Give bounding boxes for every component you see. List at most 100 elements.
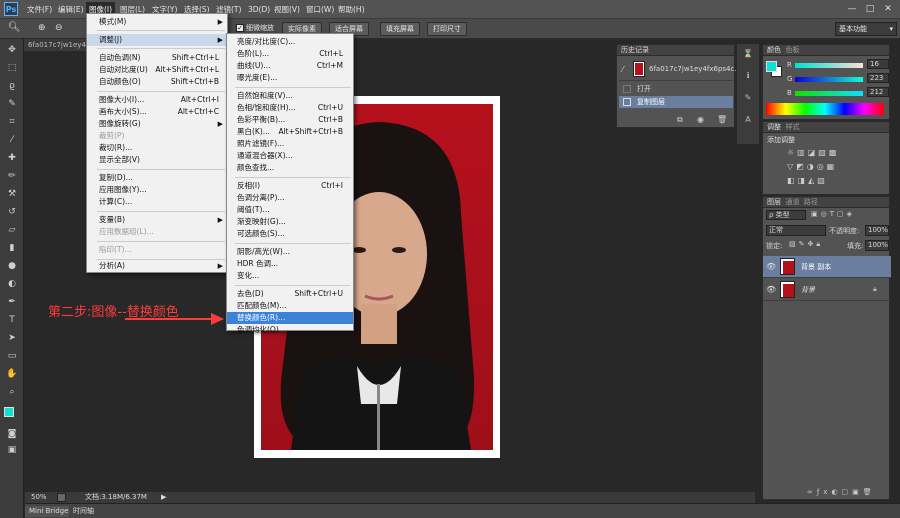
menu-hue-saturation[interactable]: 色相/饱和度(H)... Ctrl+U [227,102,353,114]
eye-icon[interactable]: 👁︎ [766,285,776,294]
foreground-color-swatch[interactable] [4,407,14,417]
menu-replace-color[interactable]: 替换颜色(R)... [227,312,353,324]
status-menu-arrow-icon[interactable]: ▶ [161,492,166,503]
history-snapshot[interactable]: ⁄ 6fa017c7jw1ey4fx6ps4c... [619,59,741,81]
blue-value[interactable]: 212 [867,87,889,97]
opacity-input[interactable]: 100% [865,225,889,236]
new-document-icon[interactable]: ⧉ [677,115,683,125]
menu-image-rotation[interactable]: 图像旋转(G) ▶ [87,118,227,130]
tab-adjustments[interactable]: 调整 [767,123,781,131]
menu-match-color[interactable]: 匹配颜色(M)... [227,300,353,312]
menu-variations[interactable]: 变化... [227,270,353,282]
menu-canvas-size[interactable]: 画布大小(S)... Alt+Ctrl+C [87,106,227,118]
workspace-select[interactable]: 基本功能 ▾ [835,22,897,36]
menu-window[interactable]: 窗口(W) [303,2,337,17]
green-slider[interactable] [795,77,863,82]
menu-color-lookup[interactable]: 颜色查找... [227,162,353,174]
history-panel-icon[interactable]: ⌛ [742,48,754,59]
brush-tool-icon[interactable]: ✏ [6,171,18,182]
camera-snapshot-icon[interactable]: ◉ [697,115,704,124]
menu-shadows-highlights[interactable]: 阴影/高光(W)... [227,246,353,258]
layer-filter-icons[interactable]: ▣◎T▢◈ [811,210,855,218]
tab-timeline[interactable]: 时间轴 [69,506,98,517]
menu-black-white[interactable]: 黑白(K)... Alt+Shift+Ctrl+B [227,126,353,138]
menu-image-size[interactable]: 图像大小(I)... Alt+Ctrl+I [87,94,227,106]
tab-color[interactable]: 颜色 [767,46,781,54]
scrubby-zoom-checkbox[interactable]: ✓ [236,24,244,32]
menu-threshold[interactable]: 阈值(T)... [227,204,353,216]
blend-mode-select[interactable]: 正常 [766,225,826,236]
foreground-color-chip[interactable] [766,61,777,72]
menu-color-balance[interactable]: 色彩平衡(B)... Ctrl+B [227,114,353,126]
tab-channels[interactable]: 通道 [785,198,799,206]
layer-row-background-copy[interactable]: 👁︎ 背景 副本 [763,256,891,278]
maximize-button[interactable]: □ [862,2,878,16]
menu-auto-color[interactable]: 自动颜色(O) Shift+Ctrl+B [87,76,227,88]
eye-icon[interactable]: 👁︎ [766,262,776,271]
quick-select-tool-icon[interactable]: ✎ [6,99,18,110]
tab-layers[interactable]: 图层 [767,198,781,206]
menu-invert[interactable]: 反相(I) Ctrl+I [227,180,353,192]
shape-tool-icon[interactable]: ▭ [6,351,18,362]
lock-icons[interactable]: ▨✎✥🔒︎ [789,240,823,249]
healing-brush-icon[interactable]: ✚ [6,153,18,164]
menu-hdr-toning[interactable]: HDR 色调... [227,258,353,270]
menu-channel-mixer[interactable]: 通道混合器(X)... [227,150,353,162]
layer-filter-select[interactable]: ρ 类型 [766,210,806,220]
menu-equalize[interactable]: 色调均化(Q) [227,324,353,336]
adjustment-icons-row-3[interactable]: ◧◨◭▧ [787,176,877,185]
menu-vibrance[interactable]: 自然饱和度(V)... [227,90,353,102]
quick-mask-icon[interactable]: ◙ [6,429,18,440]
fill-input[interactable]: 100% [865,240,889,251]
marquee-tool-icon[interactable]: ⬚ [6,63,18,74]
close-button[interactable]: ✕ [880,2,896,16]
green-value[interactable]: 223 [867,73,889,83]
pen-tool-icon[interactable]: ✒ [6,297,18,308]
history-panel-title[interactable]: 历史记录 [617,45,734,56]
history-brush-source-icon[interactable]: ⁄ [622,65,623,74]
menu-analysis[interactable]: 分析(A) ▶ [87,260,227,272]
history-state-open[interactable]: 打开 [619,83,733,95]
blur-tool-icon[interactable]: ● [6,261,18,272]
menu-calculations[interactable]: 计算(C)... [87,196,227,208]
eraser-tool-icon[interactable]: ▱ [6,225,18,236]
hand-tool-icon[interactable]: ✋ [6,369,18,380]
history-state-duplicate-layer[interactable]: 复制图层 [619,96,733,108]
menu-levels[interactable]: 色阶(L)... Ctrl+L [227,48,353,60]
menu-mode[interactable]: 模式(M) ▶ [87,16,227,28]
menu-auto-tone[interactable]: 自动色调(N) Shift+Ctrl+L [87,52,227,64]
menu-exposure[interactable]: 曝光度(E)... [227,72,353,84]
menu-reveal-all[interactable]: 显示全部(V) [87,154,227,166]
menu-gradient-map[interactable]: 渐变映射(G)... [227,216,353,228]
menu-auto-contrast[interactable]: 自动对比度(U) Alt+Shift+Ctrl+L [87,64,227,76]
menu-adjustments[interactable]: 调整(J) ▶ [87,34,227,46]
red-value[interactable]: 16 [867,59,889,69]
menu-photo-filter[interactable]: 照片滤镜(F)... [227,138,353,150]
eyedropper-tool-icon[interactable]: ⁄ [6,135,18,146]
tab-swatches[interactable]: 色板 [785,46,799,54]
menu-help[interactable]: 帮助(H) [335,2,368,17]
screen-mode-icon[interactable]: ▣ [6,445,18,456]
menu-curves[interactable]: 曲线(U)... Ctrl+M [227,60,353,72]
gradient-tool-icon[interactable]: ▮ [6,243,18,254]
menu-brightness-contrast[interactable]: 亮度/对比度(C)... [227,36,353,48]
path-select-icon[interactable]: ➤ [6,333,18,344]
adjustment-icons-row-2[interactable]: ▽◩◑◎▦ [787,162,877,171]
adjustment-icons-row-1[interactable]: ☼▥◪▨▩ [787,148,877,157]
menu-3d[interactable]: 3D(D) [245,2,273,17]
fill-screen-button[interactable]: 填充屏幕 [380,22,420,36]
zoom-level[interactable]: 50% [31,492,47,503]
tab-paths[interactable]: 路径 [804,198,818,206]
lasso-tool-icon[interactable]: ϱ [6,81,18,92]
minimize-button[interactable]: — [844,2,860,16]
tab-styles[interactable]: 样式 [785,123,799,131]
menu-file[interactable]: 文件(F) [24,2,55,17]
zoom-out-icon[interactable]: ⊖ [55,23,63,33]
menu-selective-color[interactable]: 可选颜色(S)... [227,228,353,240]
print-size-button[interactable]: 打印尺寸 [427,22,467,36]
menu-view[interactable]: 视图(V) [271,2,303,17]
clone-stamp-icon[interactable]: ⚒ [6,189,18,200]
menu-duplicate[interactable]: 复制(D)... [87,172,227,184]
menu-variables[interactable]: 变量(B) ▶ [87,214,227,226]
brush-panel-icon[interactable]: ✎ [742,92,754,103]
